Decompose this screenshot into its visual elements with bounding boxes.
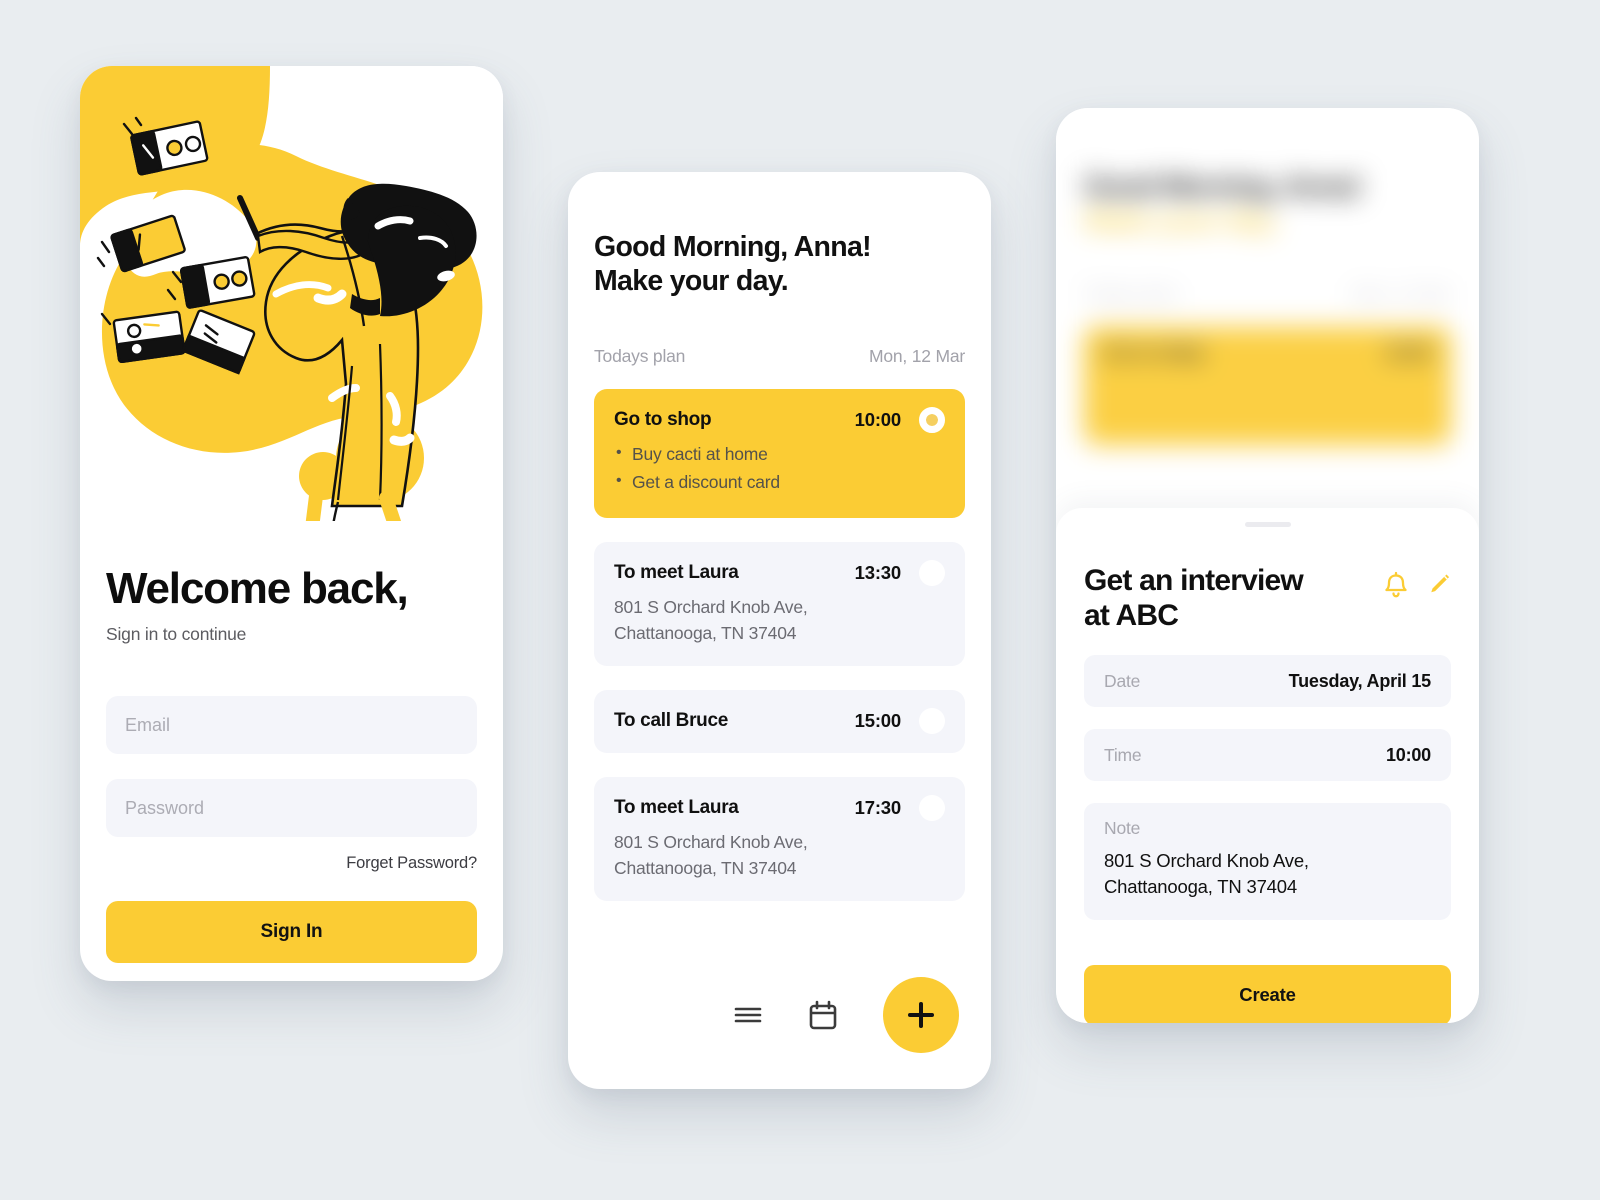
task-checkbox[interactable] (919, 406, 945, 433)
task-address-line-1: 801 S Orchard Knob Ave, (614, 832, 808, 853)
woman-with-pen-and-floating-notes-icon (80, 66, 483, 521)
blurred-background-preview: Good Morning, Anna! Make your day. Today… (1056, 108, 1479, 538)
task-bullet: Buy cacti at home (614, 440, 945, 469)
task-time: 17:30 (854, 797, 902, 819)
blurred-greeting: Good Morning, Anna! Make your day. (1084, 170, 1451, 239)
note-value: 801 S Orchard Knob Ave, Chattanooga, TN … (1104, 848, 1431, 901)
blurred-greeting-line-1: Good Morning, Anna! (1084, 171, 1362, 203)
task-address-line-2: Chattanooga, TN 37404 (614, 623, 797, 644)
email-field[interactable] (106, 696, 477, 755)
section-label: Todays plan (594, 345, 686, 366)
task-header: To call Bruce 15:00 (614, 708, 945, 735)
signin-form: Welcome back, Sign in to continue Forget… (80, 564, 503, 981)
task-bullet-list: Buy cacti at home Get a discount card (614, 440, 945, 497)
task-address-line-1: 801 S Orchard Knob Ave, (614, 597, 808, 618)
page-title: Welcome back, (106, 564, 409, 613)
forget-password-row: Forget Password? (106, 854, 477, 873)
plan-content: Good Morning, Anna! Make your day. Today… (568, 172, 991, 969)
signin-illustration (80, 66, 503, 521)
task-title: To meet Laura (614, 797, 739, 819)
task-address: 801 S Orchard Knob Ave, Chattanooga, TN … (614, 595, 945, 647)
greeting-line-1: Good Morning, Anna! (594, 231, 872, 263)
hamburger-menu-icon[interactable] (733, 1004, 763, 1026)
time-label: Time (1104, 744, 1142, 765)
plus-icon (908, 1002, 934, 1028)
plan-meta-row: Todays plan Mon, 12 Mar (594, 346, 965, 367)
forget-password-link[interactable]: Forget Password? (346, 854, 477, 872)
event-title-line-1: Get an interview (1084, 564, 1304, 597)
event-title-line-2: at ABC (1084, 598, 1179, 632)
task-title: To meet Laura (614, 562, 739, 584)
task-card[interactable]: To call Bruce 15:00 (594, 690, 965, 754)
note-line-2: Chattanooga, TN 37404 (1104, 876, 1297, 898)
blurred-meta-row: Todays plan Mon, 12 Mar (1084, 284, 1451, 305)
password-field[interactable] (106, 779, 477, 838)
event-title: Get an interview at ABC (1084, 564, 1304, 633)
blurred-task-card: Go to shop 10:00 (1084, 326, 1451, 445)
note-line-1: 801 S Orchard Knob Ave, (1104, 850, 1309, 871)
task-time: 15:00 (854, 710, 902, 732)
daily-plan-screen: Good Morning, Anna! Make your day. Today… (568, 172, 991, 1089)
page-subtitle: Sign in to continue (106, 624, 247, 645)
calendar-icon[interactable] (807, 999, 839, 1031)
sheet-header-actions (1383, 564, 1451, 599)
blurred-task-title: Go to shop (1104, 342, 1205, 364)
greeting: Good Morning, Anna! Make your day. (594, 230, 965, 299)
bottom-navigation (568, 969, 991, 1089)
task-checkbox[interactable] (919, 560, 945, 587)
date-field[interactable]: Date Tuesday, April 15 (1084, 655, 1451, 707)
task-checkbox[interactable] (919, 795, 945, 822)
task-card[interactable]: Go to shop 10:00 Buy cacti at home Get a… (594, 388, 965, 519)
task-header: To meet Laura 13:30 (614, 560, 945, 587)
sheet-header: Get an interview at ABC (1084, 564, 1451, 633)
task-bullet: Get a discount card (614, 468, 945, 497)
task-card[interactable]: To meet Laura 17:30 801 S Orchard Knob A… (594, 777, 965, 901)
signin-screen: Welcome back, Sign in to continue Forget… (80, 66, 503, 981)
add-task-button[interactable] (883, 977, 959, 1053)
date-value: Tuesday, April 15 (1288, 670, 1432, 691)
bell-icon[interactable] (1383, 571, 1409, 599)
blurred-greeting-line-2: Make your day. (1084, 205, 1279, 238)
task-checkbox[interactable] (919, 708, 945, 735)
greeting-line-2: Make your day. (594, 265, 789, 298)
create-button[interactable]: Create (1084, 964, 1451, 1023)
create-event-screen: Good Morning, Anna! Make your day. Today… (1056, 108, 1479, 1023)
task-header: Go to shop 10:00 (614, 406, 945, 433)
task-title: Go to shop (614, 408, 712, 430)
blurred-task-time: 10:00 (1384, 342, 1431, 363)
pencil-icon[interactable] (1425, 571, 1451, 599)
sign-in-button[interactable]: Sign In (106, 901, 477, 964)
note-field[interactable]: Note 801 S Orchard Knob Ave, Chattanooga… (1084, 803, 1451, 920)
task-card[interactable]: To meet Laura 13:30 801 S Orchard Knob A… (594, 542, 965, 667)
task-title: To call Bruce (614, 710, 729, 732)
mockup-canvas: Welcome back, Sign in to continue Forget… (0, 0, 1600, 1200)
time-value: 10:00 (1385, 744, 1431, 765)
sheet-drag-handle[interactable] (1244, 522, 1291, 527)
time-field[interactable]: Time 10:00 (1084, 729, 1451, 781)
task-address: 801 S Orchard Knob Ave, Chattanooga, TN … (614, 830, 945, 882)
task-address-line-2: Chattanooga, TN 37404 (614, 857, 797, 878)
create-event-sheet: Get an interview at ABC Date Tuesday, Ap… (1056, 508, 1479, 1023)
date-label: Date (1104, 670, 1141, 691)
blurred-section-label: Todays plan (1084, 283, 1178, 304)
note-label: Note (1104, 818, 1141, 838)
blurred-date: Mon, 12 Mar (1352, 283, 1451, 304)
plan-date: Mon, 12 Mar (868, 345, 965, 366)
task-time: 10:00 (854, 408, 902, 430)
task-time: 13:30 (854, 562, 902, 584)
task-header: To meet Laura 17:30 (614, 795, 945, 822)
